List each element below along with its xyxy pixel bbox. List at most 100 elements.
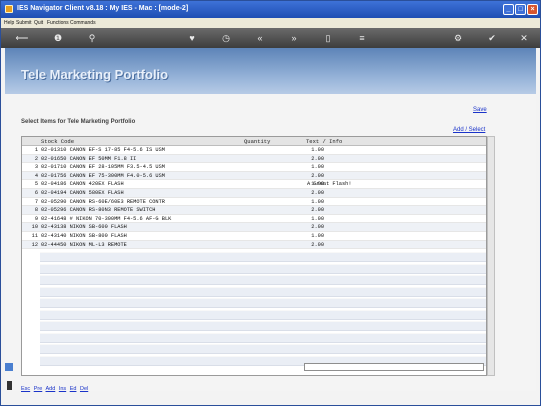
row-number: 10 [31, 224, 38, 231]
list-icon[interactable]: ≡ [355, 32, 369, 44]
table-row[interactable]: 2 02-01650 CANON EF 50MM F1.8 II 2.00 [22, 154, 486, 164]
row-stock-code: 02-05296 CANON RS-80N3 REMOTE SWITCH [41, 207, 156, 214]
row-quantity: 2.00 [311, 190, 324, 196]
footer-hotkeys: Esc Pre Add Ins Ed Del [21, 386, 90, 392]
row-stock-code: 02-43138 NIKON SB-600 FLASH [41, 224, 127, 231]
window-title: IES Navigator Client v8.18 : My IES - Ma… [17, 5, 189, 12]
table-row[interactable]: 9 02-41648 # NIKON 70-300MM F4-5.6 AF-G B… [22, 215, 486, 224]
table-row[interactable]: 11 02-43140 NIKON SB-800 FLASH 1.00 [22, 232, 486, 241]
save-link[interactable]: Save [473, 107, 487, 113]
back-arrow-icon[interactable]: ⟵ [11, 32, 33, 44]
table-row[interactable]: 3 02-01710 CANON EF 28-105MM F3.5-4.5 USM… [22, 163, 486, 172]
row-number: 7 [34, 198, 38, 205]
add-select-link[interactable]: Add / Select [453, 127, 485, 133]
empty-row [40, 263, 486, 274]
row-quantity: 1.00 [311, 164, 324, 171]
row-number: 12 [31, 241, 38, 248]
empty-row [40, 252, 486, 263]
row-stock-code: 02-05290 CANON RS-60E/60E3 REMOTE CONTR [41, 198, 165, 205]
menu-commands[interactable]: Commands [70, 20, 96, 26]
toolbar: ⟵ ❶ ⚲ ♥ ◷ « » ▯ ≡ ⚙ ✔ ✕ [1, 28, 540, 48]
row-quantity: 1.00 [311, 198, 324, 205]
menu-submit[interactable]: Submit [16, 20, 32, 26]
empty-row [40, 309, 486, 320]
row-stock-code: 02-44450 NIKON ML-L3 REMOTE [41, 241, 127, 248]
row-quantity: 2.00 [311, 172, 324, 179]
row-stock-code: 02-01756 CANON EF 75-300MM F4.0-5.6 USM [41, 172, 165, 179]
info-icon[interactable]: ❶ [51, 32, 65, 44]
row-quantity: 2.00 [311, 207, 324, 214]
row-stock-code: 02-01710 CANON EF 28-105MM F3.5-4.5 USM [41, 164, 165, 171]
row-stock-code: 02-01650 CANON EF 50MM F1.8 II [41, 155, 137, 162]
row-stock-code: 02-01310 CANON EF-S 17-85 F4-5.6 IS USM [41, 147, 165, 153]
text-info-input[interactable] [304, 363, 484, 371]
row-stock-code: 02-43140 NIKON SB-800 FLASH [41, 233, 127, 239]
table-row[interactable]: 7 02-05290 CANON RS-60E/60E3 REMOTE CONTR… [22, 198, 486, 207]
table-row[interactable]: 1 02-01310 CANON EF-S 17-85 F4-5.6 IS USM… [22, 146, 486, 155]
menu-quit[interactable]: Quit [34, 20, 43, 26]
gear-icon[interactable]: ⚙ [451, 32, 465, 44]
empty-row [40, 332, 486, 343]
hotkey-pre[interactable]: Pre [34, 386, 43, 392]
table-row[interactable]: 5 02-04186 CANON 420EX FLASH 1.00 A Great F… [22, 180, 486, 189]
menu-functions[interactable]: Functions [47, 20, 69, 26]
row-quantity: 1.00 [311, 215, 324, 222]
empty-row [40, 321, 486, 332]
app-icon [5, 5, 13, 13]
row-quantity: 2.00 [311, 241, 324, 248]
empty-row [40, 286, 486, 297]
side-handle-icon[interactable] [7, 381, 12, 390]
hotkey-ins[interactable]: Ins [59, 386, 66, 392]
header-banner: Tele Marketing Portfolio [5, 48, 536, 94]
table-row[interactable]: 12 02-44450 NIKON ML-L3 REMOTE 2.00 [22, 240, 486, 250]
empty-row [40, 298, 486, 309]
header-stock-code: Stock Code [41, 138, 75, 145]
row-stock-code: 02-41648 # NIKON 70-300MM F4-5.6 AF-G BL… [41, 215, 172, 222]
hotkey-add[interactable]: Add [46, 386, 56, 392]
heart-icon[interactable]: ♥ [185, 32, 199, 44]
row-number: 5 [34, 181, 38, 188]
row-number: 1 [34, 147, 38, 153]
row-number: 4 [34, 172, 38, 179]
page-title: Tele Marketing Portfolio [21, 67, 169, 82]
clock-icon[interactable]: ◷ [219, 32, 233, 44]
menu-help[interactable]: Help [4, 20, 14, 26]
row-stock-code: 02-04194 CANON 580EX FLASH [41, 190, 124, 196]
grid-header: Stock Code Quantity Text / Info [22, 137, 486, 146]
row-number: 2 [34, 155, 38, 162]
row-number: 8 [34, 207, 38, 214]
title-bar: IES Navigator Client v8.18 : My IES - Ma… [1, 1, 540, 18]
row-number: 9 [34, 215, 38, 222]
table-row[interactable]: 10 02-43138 NIKON SB-600 FLASH 2.00 [22, 223, 486, 232]
header-text-info: Text / Info [306, 138, 343, 145]
app-window: IES Navigator Client v8.18 : My IES - Ma… [0, 0, 541, 406]
row-quantity: 1.00 [311, 233, 324, 239]
close-icon[interactable]: ✕ [517, 32, 531, 44]
empty-row [40, 275, 486, 286]
maximize-button[interactable]: □ [515, 4, 526, 15]
hotkey-del[interactable]: Del [80, 386, 88, 392]
check-icon[interactable]: ✔ [485, 32, 499, 44]
close-window-button[interactable]: × [527, 4, 538, 15]
row-text-info: A Great Flash! [307, 181, 352, 188]
vertical-scrollbar[interactable] [487, 136, 495, 376]
fast-forward-icon[interactable]: » [287, 32, 301, 44]
row-quantity: 1.00 [311, 147, 324, 153]
empty-row [40, 344, 486, 355]
hotkey-ed[interactable]: Ed [70, 386, 77, 392]
rewind-icon[interactable]: « [253, 32, 267, 44]
side-marker-icon [5, 363, 13, 371]
table-row[interactable]: 8 02-05296 CANON RS-80N3 REMOTE SWITCH 2.0… [22, 206, 486, 215]
header-quantity: Quantity [244, 138, 271, 145]
search-icon[interactable]: ⚲ [85, 32, 99, 44]
row-number: 11 [31, 233, 38, 239]
document-icon[interactable]: ▯ [321, 32, 335, 44]
row-quantity: 2.00 [311, 155, 324, 162]
table-row[interactable]: 6 02-04194 CANON 580EX FLASH 2.00 [22, 189, 486, 198]
row-number: 3 [34, 164, 38, 171]
minimize-button[interactable]: _ [503, 4, 514, 15]
section-title: Select Items for Tele Marketing Portfoli… [21, 119, 136, 125]
menu-bar: Help Submit Quit Functions Commands [1, 18, 540, 28]
hotkey-esc[interactable]: Esc [21, 386, 30, 392]
table-row[interactable]: 4 02-01756 CANON EF 75-300MM F4.0-5.6 USM… [22, 171, 486, 181]
